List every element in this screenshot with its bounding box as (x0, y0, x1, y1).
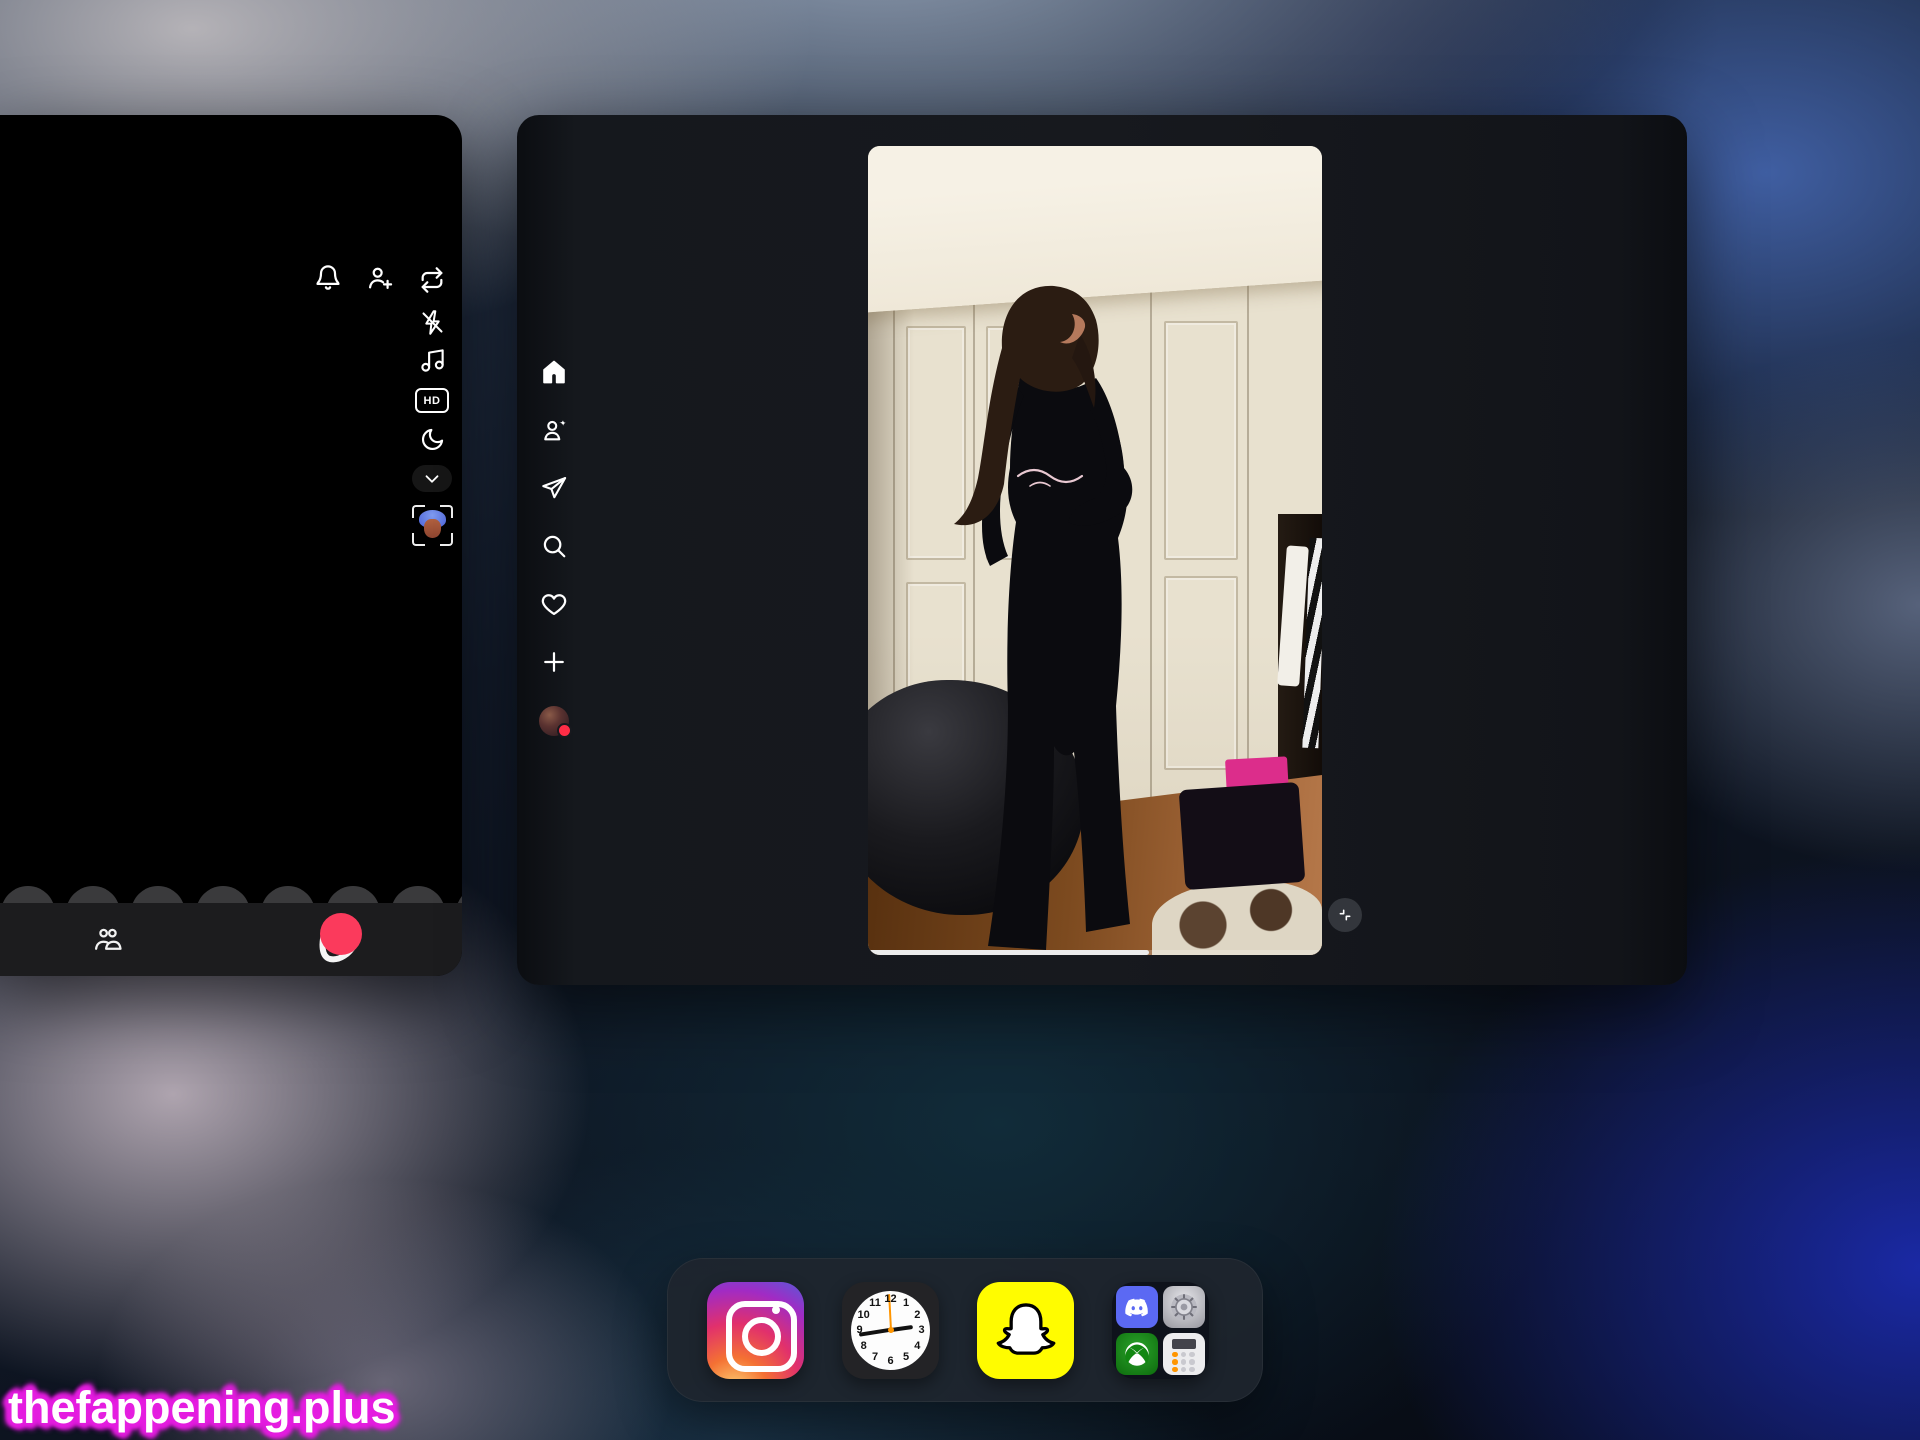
camera-bottom-bar (0, 903, 462, 976)
settings-icon (1163, 1286, 1205, 1328)
flash-off-icon[interactable] (419, 309, 447, 337)
calculator-icon (1163, 1333, 1205, 1375)
profile-avatar[interactable] (539, 706, 569, 736)
dark-mode-icon[interactable] (419, 426, 447, 454)
dock-instagram-icon[interactable] (707, 1282, 804, 1379)
video-progress-bar[interactable] (868, 950, 1322, 955)
clock-numeral: 11 (869, 1297, 881, 1309)
home-icon[interactable] (540, 358, 568, 386)
clock-center-cap (888, 1327, 894, 1333)
clock-numeral: 2 (914, 1309, 920, 1321)
notifications-icon[interactable] (540, 590, 568, 618)
clock-face: 12 12 3 45678 9 1011 (851, 1291, 930, 1370)
flip-camera-icon[interactable] (418, 266, 446, 294)
hd-label: HD (424, 395, 441, 407)
instagram-camera-lens (742, 1317, 781, 1356)
chevron-down-icon[interactable] (412, 465, 452, 492)
expand-icon (1337, 907, 1353, 923)
clock-numeral: 5 (903, 1351, 909, 1363)
people-icon[interactable] (93, 925, 123, 955)
clock-numeral: 7 (872, 1351, 878, 1363)
create-icon[interactable] (540, 648, 568, 676)
face-filter-icon[interactable] (412, 505, 453, 546)
search-icon[interactable] (540, 532, 568, 560)
instagram-window[interactable] (517, 115, 1687, 985)
reel-video[interactable] (868, 146, 1322, 955)
clock-numeral: 4 (914, 1340, 920, 1352)
clock-numeral: 12 (884, 1293, 896, 1305)
xbox-icon (1116, 1333, 1158, 1375)
watermark: thefappening.plus (8, 1382, 396, 1434)
dock-folder[interactable] (1112, 1282, 1209, 1379)
friends-icon[interactable] (540, 416, 568, 444)
clock-numeral: 6 (887, 1355, 893, 1367)
discord-icon (1116, 1286, 1158, 1328)
camera-app-window[interactable]: HD (0, 115, 462, 976)
clock-minute-hand (859, 1328, 891, 1336)
hd-icon[interactable]: HD (415, 388, 449, 413)
dock: 12 12 3 45678 9 1011 (667, 1258, 1263, 1402)
clock-hour-hand (890, 1325, 912, 1332)
watermark-text: thefappening.plus (8, 1382, 396, 1433)
record-dot (320, 913, 362, 955)
clock-numeral: 9 (856, 1324, 862, 1336)
snapchat-ghost (993, 1297, 1059, 1363)
filter-avatar-face (424, 519, 441, 538)
person-silhouette (868, 146, 1322, 955)
video-progress-fill (868, 950, 1149, 955)
instagram-sidebar (539, 358, 569, 736)
instagram-camera-dot (772, 1306, 780, 1314)
clock-numeral: 1 (903, 1297, 909, 1309)
clock-numeral: 10 (858, 1309, 870, 1321)
music-icon[interactable] (419, 347, 447, 375)
clock-numeral: 3 (918, 1324, 924, 1336)
share-icon[interactable] (540, 474, 568, 502)
expand-button[interactable] (1328, 898, 1362, 932)
clock-numeral: 8 (861, 1340, 867, 1352)
dock-snapchat-icon[interactable] (977, 1282, 1074, 1379)
dock-clock-icon[interactable]: 12 12 3 45678 9 1011 (842, 1282, 939, 1379)
bell-icon[interactable] (314, 264, 342, 292)
avatar-badge (557, 723, 572, 738)
add-friend-icon[interactable] (366, 264, 394, 292)
record-app-logo[interactable] (312, 911, 364, 967)
